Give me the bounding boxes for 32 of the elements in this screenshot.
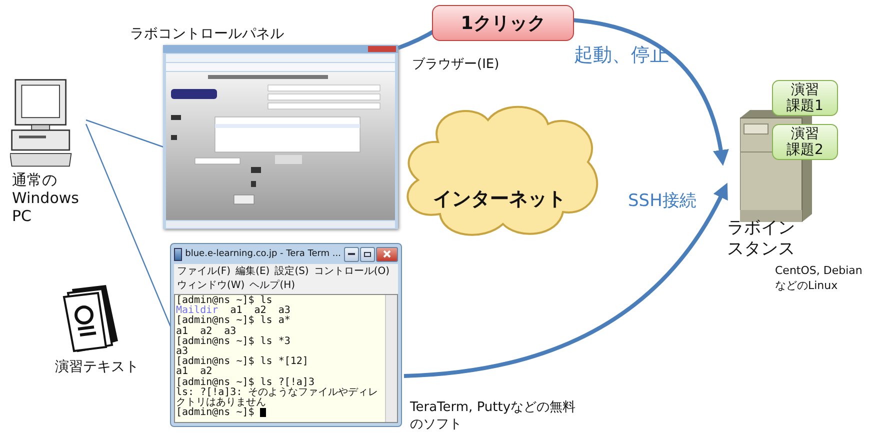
terminal-line: ls: ?[!a]3: そのようなファイルやディレ <box>176 388 380 398</box>
computer-label: 通常の Windows PC <box>12 171 79 225</box>
menu-item[interactable]: コントロール(O) <box>314 265 390 279</box>
callout-label: 1クリック <box>432 5 574 41</box>
caption: ブラウザー(IE) <box>412 56 500 73</box>
menu-item[interactable]: ウィンドウ(W) <box>177 279 245 293</box>
terminal-line: [admin@ns ~]$ ls *3 <box>176 336 292 347</box>
window-title: blue.e-learning.co.jp - Tera Term ... <box>185 249 341 259</box>
terminal-line: a1 a2 <box>176 367 212 378</box>
terminal-line: [admin@ns ~]$ ls *[12] <box>176 357 310 368</box>
exercise-tag: 演習 課題2 <box>772 124 838 160</box>
document-label: 演習テキスト <box>55 358 139 376</box>
menu-item[interactable]: 設定(S) <box>274 265 309 279</box>
terminal-line: Maildir a1 a2 a3 <box>176 306 292 316</box>
menu-item[interactable]: 編集(E) <box>236 265 270 279</box>
arrow-label: 起動、停止 <box>574 43 669 68</box>
menu-item[interactable]: ヘルプ(H) <box>250 279 296 293</box>
terminal-line: [admin@ns ~]$ ls a* <box>176 316 292 326</box>
os-note: CentOS, Debian などのLinux <box>775 263 862 293</box>
arrow-label: SSH接続 <box>628 190 696 212</box>
terminal-line: [admin@ns ~]$ <box>176 408 385 418</box>
caption: ラボコントロールパネル <box>130 25 284 43</box>
exercise-tag: 演習 課題1 <box>772 80 838 116</box>
menu-item[interactable]: ファイル(F) <box>177 265 231 279</box>
cloud-label: インターネット <box>433 187 566 212</box>
terminal-line: [admin@ns ~]$ ls <box>176 296 274 306</box>
terminal-line: a3 <box>176 346 188 357</box>
terminal-line: クトリはありません <box>176 398 267 408</box>
terminal-line: a1 a2 a3 <box>176 326 236 337</box>
caption: TeraTerm, Puttyなどの無料 のソフト <box>410 399 576 433</box>
terminal-line: [admin@ns ~]$ ls ?[!a]3 <box>176 378 316 388</box>
instance-label: ラボイン スタンス <box>727 218 795 260</box>
